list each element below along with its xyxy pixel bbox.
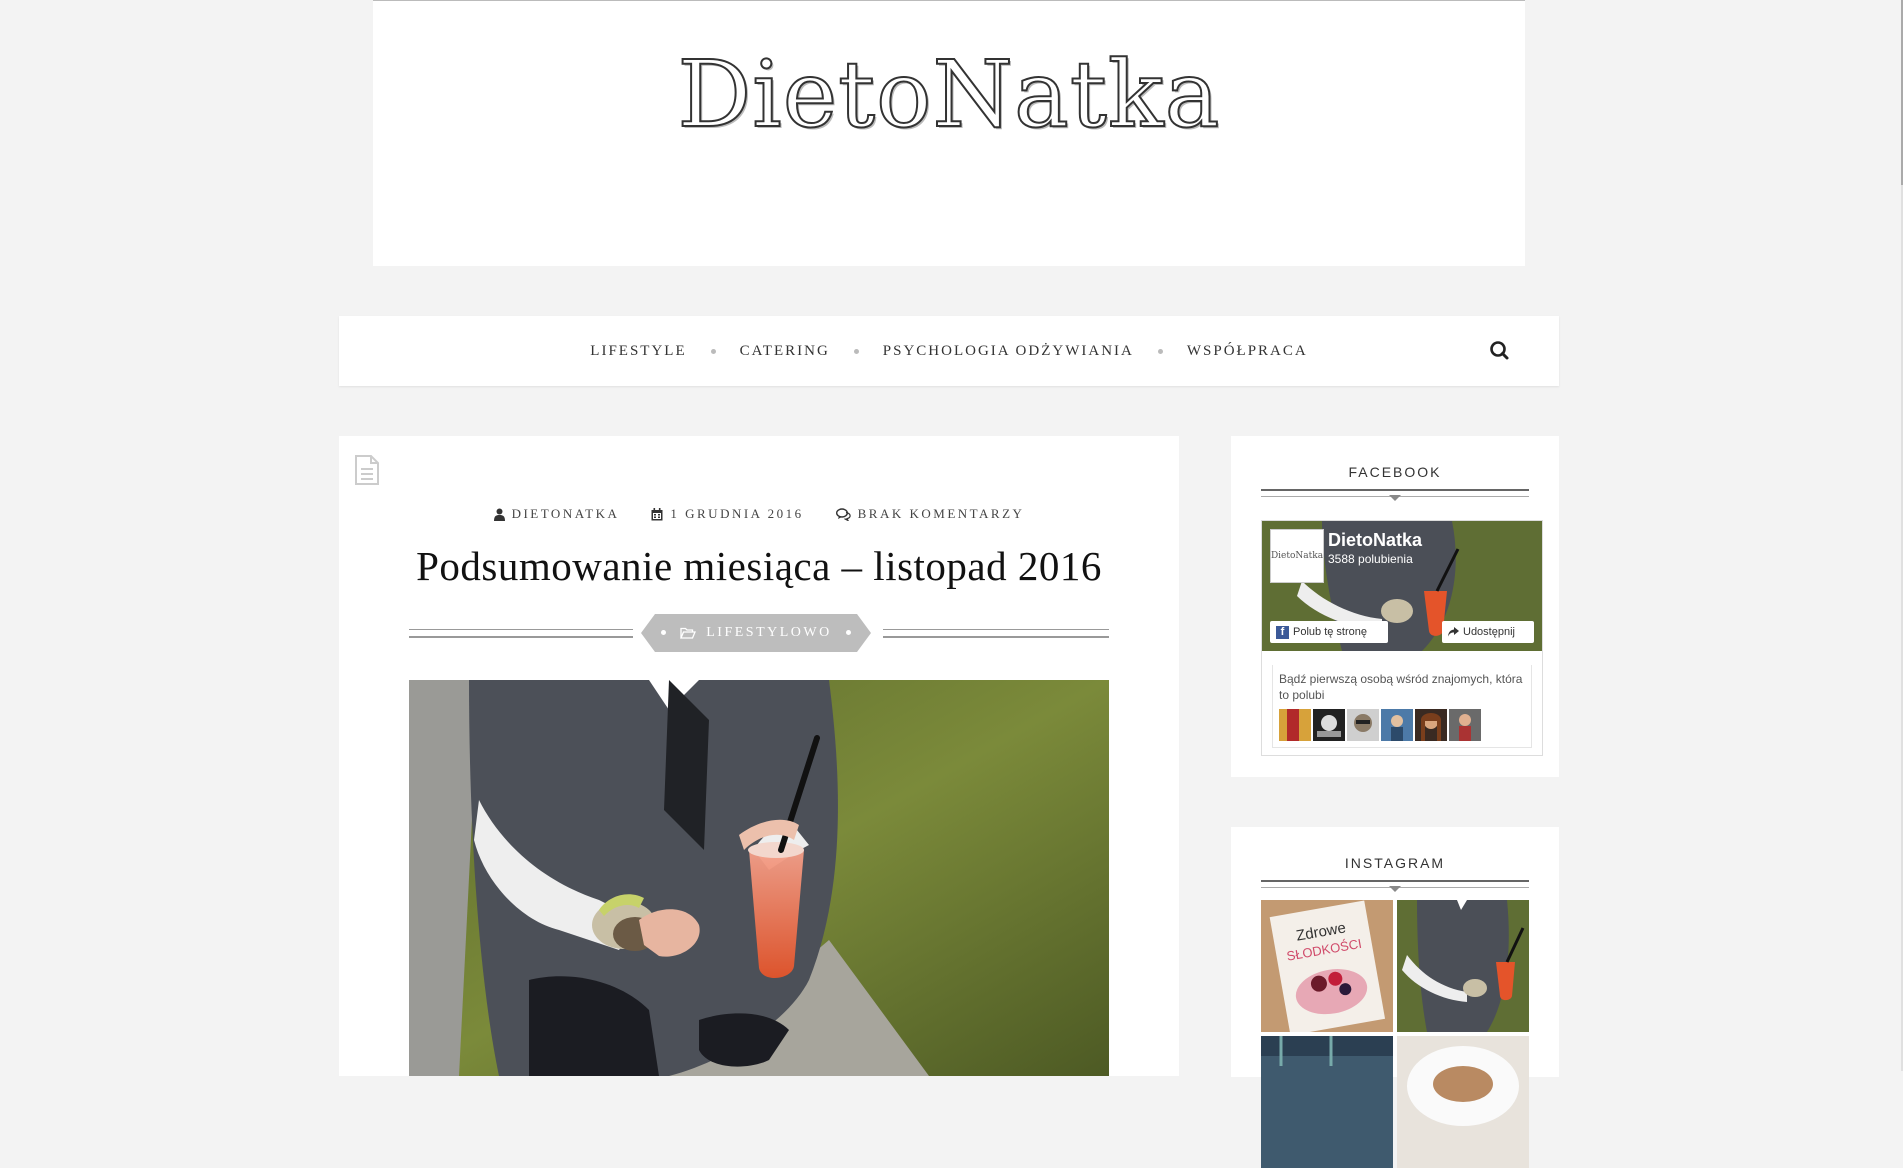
post-author[interactable]: DIETONATKA — [493, 506, 620, 522]
nav-item-lifestyle[interactable]: LIFESTYLE — [590, 343, 686, 360]
search-button[interactable] — [1485, 334, 1515, 368]
facebook-widget-title: FACEBOOK — [1348, 464, 1442, 480]
post-meta: DIETONATKA 1 GRUDNIA 2016 BRAK KOMENTARZ… — [339, 506, 1179, 522]
post-title[interactable]: Podsumowanie miesiąca – listopad 2016 — [339, 542, 1179, 590]
facebook-page-plugin[interactable]: DietoNatka DietoNatka 3588 polubienia f … — [1261, 520, 1543, 756]
user-icon — [493, 508, 505, 521]
facebook-page-name[interactable]: DietoNatka — [1328, 530, 1422, 551]
facebook-like-button[interactable]: f Polub tę stronę — [1270, 621, 1388, 643]
instagram-photo — [1397, 900, 1529, 1032]
instagram-post[interactable] — [1397, 1036, 1529, 1168]
comments-icon — [835, 507, 851, 521]
avatar[interactable] — [1381, 709, 1413, 741]
calendar-icon — [651, 507, 663, 520]
document-icon — [353, 454, 381, 491]
facebook-friend-avatars — [1279, 709, 1481, 741]
facebook-like-label: Polub tę stronę — [1293, 626, 1367, 638]
facebook-cover[interactable]: DietoNatka DietoNatka 3588 polubienia f … — [1262, 521, 1542, 651]
instagram-post[interactable] — [1397, 900, 1529, 1032]
facebook-icon: f — [1276, 625, 1289, 639]
post-comments[interactable]: BRAK KOMENTARZY — [835, 506, 1025, 522]
facebook-friends-box: Bądź pierwszą osobą wśród znajomych, któ… — [1272, 665, 1532, 748]
category-row: LIFESTYLOWO — [409, 614, 1109, 652]
instagram-widget-title: INSTAGRAM — [1344, 855, 1446, 871]
facebook-share-label: Udostępnij — [1463, 626, 1515, 638]
share-icon — [1448, 627, 1459, 637]
post-card: DIETONATKA 1 GRUDNIA 2016 BRAK KOMENTARZ… — [339, 436, 1179, 1076]
nav-item-psychologia[interactable]: PSYCHOLOGIA ODŻYWIANIA — [883, 343, 1134, 360]
nav-item-catering[interactable]: CATERING — [740, 343, 830, 360]
nav-separator — [853, 348, 859, 354]
post-date-text: 1 GRUDNIA 2016 — [670, 506, 804, 521]
main-nav: LIFESTYLE CATERING PSYCHOLOGIA ODŻYWIANI… — [339, 316, 1559, 386]
post-date: 1 GRUDNIA 2016 — [651, 506, 803, 522]
site-header: DietoNatka — [373, 0, 1525, 266]
category-badge[interactable]: LIFESTYLOWO — [641, 614, 871, 652]
facebook-widget: FACEBOOK DietoNatka DietoNatka 3588 polu… — [1231, 436, 1559, 777]
instagram-widget: INSTAGRAM Zdrowe SŁODKOŚCI — [1231, 827, 1559, 1168]
avatar[interactable] — [1279, 709, 1311, 741]
avatar[interactable] — [1313, 709, 1345, 741]
instagram-post[interactable] — [1261, 1036, 1393, 1168]
category-label: LIFESTYLOWO — [706, 625, 832, 640]
badge-dot — [661, 630, 666, 635]
nav-separator — [1157, 348, 1163, 354]
facebook-share-button[interactable]: Udostępnij — [1442, 621, 1534, 643]
instagram-grid: Zdrowe SŁODKOŚCI — [1261, 900, 1529, 1168]
badge-dot — [846, 630, 851, 635]
avatar[interactable] — [1449, 709, 1481, 741]
instagram-post[interactable]: Zdrowe SŁODKOŚCI — [1261, 900, 1393, 1032]
nav-separator — [710, 348, 716, 354]
avatar[interactable] — [1415, 709, 1447, 741]
instagram-photo: Zdrowe SŁODKOŚCI — [1261, 900, 1393, 1032]
nav-items: LIFESTYLE CATERING PSYCHOLOGIA ODŻYWIANI… — [339, 316, 1559, 386]
featured-image[interactable] — [409, 680, 1109, 1076]
folder-open-icon — [680, 627, 696, 639]
facebook-likes-count: 3588 polubienia — [1328, 552, 1413, 566]
site-logo[interactable]: DietoNatka — [373, 40, 1525, 149]
category-divider-right — [883, 629, 1109, 638]
widget-title-divider — [1261, 489, 1529, 501]
nav-item-wspolpraca[interactable]: WSPÓŁPRACA — [1187, 343, 1308, 360]
widget-title-divider — [1261, 880, 1529, 892]
instagram-photo — [1397, 1036, 1529, 1168]
facebook-friends-text: Bądź pierwszą osobą wśród znajomych, któ… — [1279, 672, 1523, 702]
post-author-name: DIETONATKA — [511, 506, 620, 521]
category-divider-left — [409, 629, 633, 638]
facebook-page-avatar[interactable]: DietoNatka — [1270, 529, 1324, 583]
instagram-photo — [1261, 1036, 1393, 1168]
search-icon — [1490, 341, 1509, 360]
post-comments-text: BRAK KOMENTARZY — [857, 506, 1025, 521]
avatar[interactable] — [1347, 709, 1379, 741]
featured-photo — [409, 680, 1109, 1076]
